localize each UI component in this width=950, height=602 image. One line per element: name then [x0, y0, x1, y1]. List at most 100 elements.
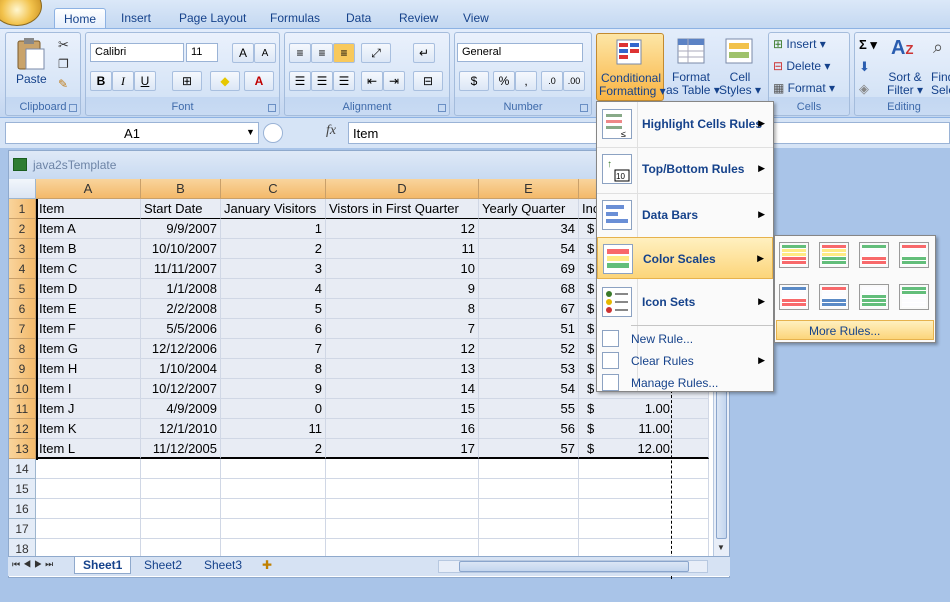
row-header[interactable]: 3 — [9, 239, 36, 259]
empty-cell[interactable] — [579, 459, 709, 479]
empty-cell[interactable] — [36, 519, 141, 539]
table-cell[interactable]: Item J — [36, 399, 141, 419]
tab-review[interactable]: Review — [390, 8, 447, 28]
column-header-c[interactable]: C — [221, 179, 326, 199]
menu-item-icon-sets[interactable]: Icon Sets ▶ — [597, 281, 773, 323]
bold-button[interactable]: B — [90, 71, 112, 91]
menu-item-top-bottom-rules[interactable]: ↑ 10 Top/Bottom Rules ▶ — [597, 147, 773, 189]
decrease-indent-icon[interactable]: ⇤ — [361, 71, 383, 91]
percent-button[interactable]: % — [493, 71, 515, 91]
autosum-button[interactable]: Σ ▾ — [859, 37, 877, 53]
sheet-tab-3[interactable]: Sheet3 — [196, 557, 250, 574]
row-header[interactable]: 1 — [9, 199, 36, 219]
table-cell[interactable]: 1/1/2008 — [141, 279, 221, 299]
empty-cell[interactable] — [221, 479, 326, 499]
empty-cell[interactable] — [141, 519, 221, 539]
table-cell[interactable]: 12 — [326, 339, 479, 359]
table-cell[interactable]: 9 — [326, 279, 479, 299]
table-cell[interactable]: Item H — [36, 359, 141, 379]
borders-icon[interactable]: ⊞ — [172, 71, 202, 91]
table-cell[interactable]: 55 — [479, 399, 579, 419]
table-cell[interactable]: 10/10/2007 — [141, 239, 221, 259]
insert-cells-button[interactable]: ⊞ Insert ▾ — [773, 37, 826, 51]
table-cell[interactable]: 1/10/2004 — [141, 359, 221, 379]
table-cell[interactable]: 34 — [479, 219, 579, 239]
grow-font-icon[interactable]: A — [232, 43, 254, 63]
row-header[interactable]: 4 — [9, 259, 36, 279]
table-cell[interactable]: Item B — [36, 239, 141, 259]
empty-cell[interactable] — [141, 459, 221, 479]
table-cell[interactable]: Item G — [36, 339, 141, 359]
empty-cell[interactable] — [221, 499, 326, 519]
orientation-icon[interactable]: ⤢ — [361, 43, 391, 63]
table-cell[interactable]: 10 — [326, 259, 479, 279]
decrease-decimal-icon[interactable]: .00 — [563, 71, 585, 91]
table-cell[interactable]: 2/2/2008 — [141, 299, 221, 319]
row-header[interactable]: 10 — [9, 379, 36, 399]
menu-item-new-rule[interactable]: New Rule... — [597, 328, 773, 350]
row-header[interactable]: 17 — [9, 519, 36, 539]
table-cell[interactable]: 14 — [326, 379, 479, 399]
table-cell[interactable]: 11/11/2007 — [141, 259, 221, 279]
font-size-select[interactable]: 11 — [186, 43, 218, 62]
empty-cell[interactable] — [326, 499, 479, 519]
empty-cell[interactable] — [479, 479, 579, 499]
row-header[interactable]: 16 — [9, 499, 36, 519]
table-cell[interactable]: 67 — [479, 299, 579, 319]
color-scale-option-1[interactable] — [779, 242, 809, 268]
tab-home[interactable]: Home — [54, 8, 107, 28]
empty-cell[interactable] — [36, 459, 141, 479]
align-middle-icon[interactable]: ≡ — [311, 43, 333, 63]
empty-cell[interactable] — [141, 479, 221, 499]
table-cell[interactable]: $12.00 — [579, 439, 709, 459]
table-cell[interactable]: 12/1/2010 — [141, 419, 221, 439]
tab-data[interactable]: Data — [337, 8, 380, 28]
table-cell[interactable]: 5 — [221, 299, 326, 319]
italic-button[interactable]: I — [112, 71, 134, 91]
increase-decimal-icon[interactable]: .0 — [541, 71, 563, 91]
table-cell[interactable]: 2 — [221, 239, 326, 259]
cut-icon[interactable]: ✂ — [58, 37, 69, 53]
table-cell[interactable]: 56 — [479, 419, 579, 439]
align-left-icon[interactable]: ☰ — [289, 71, 311, 91]
horizontal-scroll-thumb[interactable] — [459, 561, 689, 572]
table-cell[interactable]: 7 — [326, 319, 479, 339]
table-cell[interactable]: 7 — [221, 339, 326, 359]
table-cell[interactable]: 9 — [221, 379, 326, 399]
empty-cell[interactable] — [479, 519, 579, 539]
merge-center-icon[interactable]: ⊟ — [413, 71, 443, 91]
comma-button[interactable]: , — [515, 71, 537, 91]
font-name-select[interactable]: Calibri — [90, 43, 184, 62]
table-cell[interactable]: $1.00 — [579, 399, 709, 419]
table-cell[interactable]: 6 — [221, 319, 326, 339]
table-cell[interactable]: 12 — [326, 219, 479, 239]
scroll-down-icon[interactable]: ▼ — [717, 543, 725, 552]
column-header-a[interactable]: A — [36, 179, 141, 199]
empty-cell[interactable] — [326, 519, 479, 539]
sheet-nav-icons[interactable]: ⏮◀▶⏭ — [12, 559, 56, 570]
empty-cell[interactable] — [36, 499, 141, 519]
table-cell[interactable]: 57 — [479, 439, 579, 459]
row-header[interactable]: 13 — [9, 439, 36, 459]
table-cell[interactable]: $11.00 — [579, 419, 709, 439]
table-cell[interactable]: Item C — [36, 259, 141, 279]
row-header[interactable]: 6 — [9, 299, 36, 319]
empty-cell[interactable] — [326, 479, 479, 499]
row-header[interactable]: 15 — [9, 479, 36, 499]
font-color-icon[interactable]: A — [244, 71, 274, 91]
color-scale-option-6[interactable] — [819, 284, 849, 310]
color-scale-option-2[interactable] — [819, 242, 849, 268]
align-top-icon[interactable]: ≡ — [289, 43, 311, 63]
color-scale-option-8[interactable] — [899, 284, 929, 310]
name-box-dropdown-icon[interactable]: ▼ — [246, 127, 255, 137]
table-cell[interactable]: 9/9/2007 — [141, 219, 221, 239]
delete-cells-button[interactable]: ⊟ Delete ▾ — [773, 59, 830, 73]
table-cell[interactable]: Item L — [36, 439, 141, 459]
row-header[interactable]: 7 — [9, 319, 36, 339]
insert-sheet-icon[interactable]: ✚ — [262, 558, 272, 572]
row-header[interactable]: 14 — [9, 459, 36, 479]
row-header[interactable]: 2 — [9, 219, 36, 239]
empty-cell[interactable] — [141, 499, 221, 519]
cell-styles-button[interactable]: Cell Styles ▾ — [716, 33, 764, 101]
more-rules-item[interactable]: More Rules... — [776, 320, 934, 340]
